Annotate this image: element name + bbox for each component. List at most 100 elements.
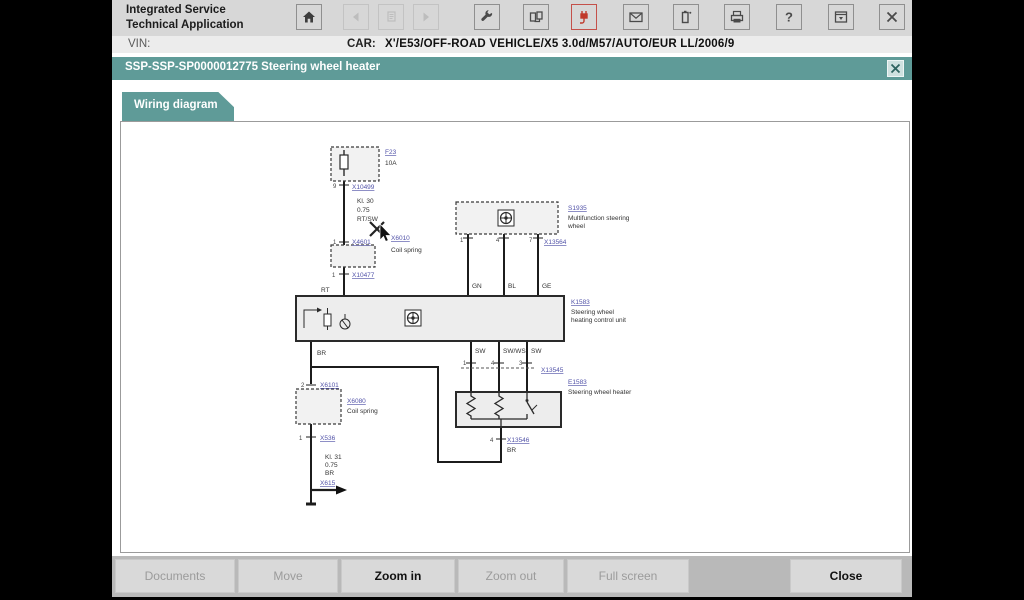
close-button[interactable]: Close [790,559,902,593]
move-button: Move [238,559,338,593]
vin-label: VIN: [128,38,151,50]
component-name: Coil spring [391,247,422,254]
connector-link[interactable]: X13545 [541,367,564,374]
fuse-link[interactable]: F23 [385,149,397,156]
wire-info: 0.75 [325,462,338,469]
component-name: heating control unit [571,317,626,324]
pin-number: 7 [529,238,533,244]
footer-bar: Documents Move Zoom in Zoom out Full scr… [112,556,912,597]
pin-number: 4 [490,438,494,444]
forward-button [413,4,439,30]
mail-button[interactable] [623,4,649,30]
connector-link[interactable]: X6080 [347,398,366,405]
wire-info: Kl. 30 [357,198,374,205]
connector-link[interactable]: X536 [320,435,336,442]
page-button [378,4,404,30]
wire-color: BL [508,283,516,290]
close-document-button[interactable] [887,60,904,77]
page-icon [387,11,396,22]
wire-info: BR [325,470,334,477]
documents-button: Documents [115,559,235,593]
lower-coil-spring-box [295,388,342,425]
component-link[interactable]: S1935 [568,205,587,212]
component-name: Steering wheel [571,309,615,316]
wire-color: RT [321,287,330,294]
forward-arrow-icon [423,12,429,22]
pin-number: 1 [460,238,464,244]
wrench-icon [481,10,493,21]
close-icon [890,63,901,74]
connector-link[interactable]: X13564 [544,239,567,246]
control-unit-box [295,295,565,342]
back-arrow-icon [353,12,359,22]
vehicle-info-bar: VIN: CAR: X'/E53/OFF-ROAD VEHICLE/X5 3.0… [112,36,912,53]
envelope-icon [629,12,643,23]
wiring-diagram-panel[interactable]: F23 10A 9 X10499 Kl. 30 0.75 RT/SW 1 X46… [120,121,910,553]
app-title: Integrated Service Technical Application [126,3,244,33]
zoom-in-button[interactable]: Zoom in [341,559,455,593]
component-name: wheel [567,223,586,230]
help-button[interactable]: ? [776,4,802,30]
pin-number: 1 [463,361,467,367]
help-icon: ? [785,10,793,25]
connection-button[interactable] [571,4,597,30]
restore-button[interactable] [828,4,854,30]
wire-info: RT/SW [357,216,379,223]
component-name: Coil spring [347,408,378,415]
battery-button[interactable] [673,4,699,30]
ground-link[interactable]: X615 [320,480,336,487]
wire-color: SW/WS [503,348,526,355]
fuse-box [330,146,380,182]
tools-button[interactable] [474,4,500,30]
full-screen-button: Full screen [567,559,689,593]
svg-text:?: ? [785,10,793,25]
wire-color: GN [472,283,482,290]
connector-link[interactable]: X10499 [352,184,375,191]
mouse-cursor-icon [379,223,392,242]
tab-wiring-diagram[interactable]: Wiring diagram [122,92,234,121]
window-restore-icon [834,11,848,23]
steering-wheel-icon [404,309,422,327]
wiring-diagram: F23 10A 9 X10499 Kl. 30 0.75 RT/SW 1 X46… [295,146,632,506]
app-title-line1: Integrated Service [126,4,226,16]
devices-button[interactable] [523,4,549,30]
home-button[interactable] [296,4,322,30]
printer-icon [730,10,744,23]
component-name: Steering wheel heater [568,389,632,396]
ground-arrow-icon [306,485,347,506]
pin-number: 4 [496,238,500,244]
component-link[interactable]: K1583 [571,299,590,306]
pin-number: 1 [332,273,336,279]
document-title: SSP-SSP-SP0000012775 Steering wheel heat… [125,61,381,73]
print-button[interactable] [724,4,750,30]
close-app-button[interactable] [879,4,905,30]
wire-info: 0.75 [357,207,370,214]
connector-link[interactable]: X4601 [352,239,371,246]
pin-number: 4 [491,361,495,367]
upper-coil-spring-box [330,244,376,268]
battery-icon [681,10,692,24]
pin-number: 1 [299,436,303,442]
toolbar: Integrated Service Technical Application [112,0,912,36]
connector-link[interactable]: X6010 [391,235,410,242]
document-title-bar: SSP-SSP-SP0000012775 Steering wheel heat… [112,57,912,80]
fuse-rating: 10A [385,160,397,167]
car-value: X'/E53/OFF-ROAD VEHICLE/X5 3.0d/M57/AUTO… [385,38,735,50]
wire-color: SW [531,348,542,355]
devices-icon [529,11,543,23]
wire-color: SW [475,348,486,355]
connector-link[interactable]: X10477 [352,272,375,279]
pin-number: 9 [333,184,337,190]
car-label: CAR: [347,38,376,50]
connector-link[interactable]: X13546 [507,437,530,444]
wire-color: BR [317,350,326,357]
component-link[interactable]: E1583 [568,379,587,386]
wire-color: BR [507,447,516,454]
close-icon [886,11,898,23]
app-window: Integrated Service Technical Application [112,0,912,597]
steering-wheel-icon [497,209,515,227]
connector-link[interactable]: X6101 [320,382,339,389]
pin-number: 2 [301,383,305,389]
wire-info: Kl. 31 [325,454,342,461]
back-button [343,4,369,30]
